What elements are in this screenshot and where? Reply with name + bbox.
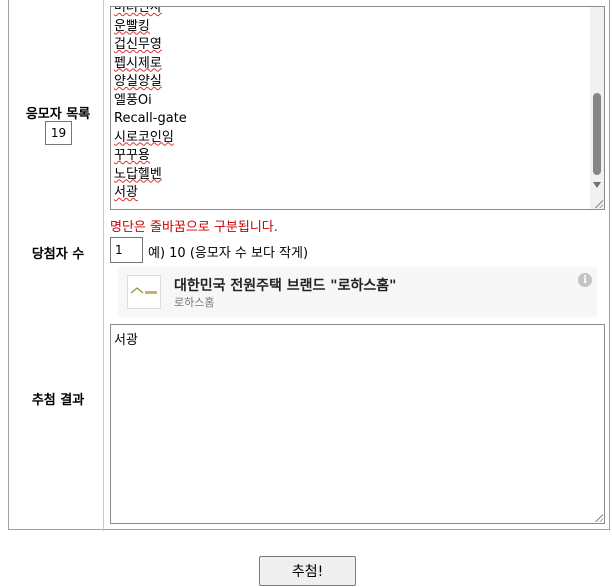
entrant-name: 겁신무영 [114, 37, 162, 52]
entrant-line: 버려신사 [114, 6, 588, 18]
entrant-name: 엘풍Oi [114, 92, 152, 108]
entrant-line: 엘풍Oi [114, 92, 588, 111]
ad-title[interactable]: 대한민국 전원주택 브랜드 "로하스홈" [174, 275, 396, 295]
ad-banner[interactable]: 대한민국 전원주택 브랜드 "로하스홈" 로하스홈 i [118, 267, 597, 317]
winner-count-input[interactable]: 1 [110, 237, 143, 263]
house-logo-icon [130, 287, 157, 294]
entrant-list-content: 버려신사운빨킹겁신무영펩시제로양실양실엘풍Oi Recall-gate 시로코인임꾸… [114, 6, 588, 203]
entrant-name: 노답헬벤 [114, 166, 162, 182]
entrant-line: 겁신무영 [114, 36, 588, 55]
list-hint: 명단은 줄바꿈으로 구분됩니다. [110, 220, 278, 235]
draw-result-label: 추첨 결과 [31, 393, 85, 408]
entrant-name: Recall-gate [114, 111, 187, 126]
entrant-list-textarea[interactable]: 버려신사운빨킹겁신무영펩시제로양실양실엘풍Oi Recall-gate 시로코인임꾸… [110, 6, 605, 210]
draw-result-textarea[interactable]: 서광 [110, 324, 605, 524]
entrant-list-label: 응모자 목록 [25, 107, 91, 122]
entrant-name: 양실양실 [114, 74, 162, 89]
entrant-line: 시로코인임 [114, 129, 588, 148]
entrant-name: 운빨킹 [114, 18, 150, 34]
entrant-name: 시로코인임 [114, 129, 174, 145]
draw-result-text: 서광 [114, 333, 138, 348]
entrant-line: 노답헬벤 [114, 166, 588, 185]
entrant-line: 펩시제로 [114, 55, 588, 74]
entrant-name: 펩시제로 [114, 55, 162, 71]
scrollbar[interactable] [590, 7, 604, 209]
column-divider [103, 0, 104, 531]
entrant-line: 양실양실 [114, 73, 588, 92]
draw-button[interactable]: 추첨! [259, 556, 356, 586]
entrant-name: 서광 [114, 185, 138, 200]
entrant-count-badge: 19 [45, 121, 72, 145]
winner-count-label: 당첨자 수 [31, 247, 85, 262]
ad-info-icon[interactable]: i [578, 273, 592, 287]
entrant-line: 서광 [114, 184, 588, 203]
entrant-name: 버려신사 [114, 6, 162, 15]
scroll-down-arrow-icon[interactable] [593, 182, 601, 188]
ad-subtitle: 로하스홈 [174, 296, 215, 309]
winner-count-example: 예) 10 (응모자 수 보다 작게) [148, 246, 309, 261]
entrant-line: Recall-gate [114, 110, 588, 129]
scrollbar-thumb[interactable] [593, 93, 601, 175]
entrant-name: 꾸꾸용 [114, 148, 150, 163]
entrant-line: 운빨킹 [114, 18, 588, 37]
entrant-line: 꾸꾸용 [114, 147, 588, 166]
result-resize-handle-icon[interactable] [594, 513, 603, 522]
ad-logo [127, 275, 161, 309]
resize-handle-icon[interactable] [594, 199, 603, 208]
